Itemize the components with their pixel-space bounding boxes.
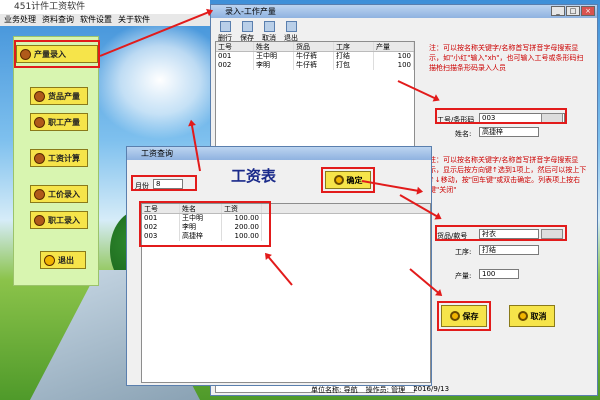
cancel-button[interactable]: 取消 xyxy=(509,305,555,327)
table-cell: 001 xyxy=(216,52,254,61)
sidebar-item-worker-output[interactable]: 职工产量 xyxy=(30,113,88,131)
menu-item-settings[interactable]: 软件设置 xyxy=(80,14,112,26)
qty-field[interactable]: 100 xyxy=(479,269,519,279)
cancel-icon xyxy=(263,21,275,32)
save-icon xyxy=(241,21,253,32)
process-select[interactable]: 打结 xyxy=(479,245,539,255)
menu-item-business[interactable]: 业务处理 xyxy=(4,14,36,26)
delete-row-button[interactable]: 删行 xyxy=(215,21,235,43)
sidebar: 产量录入 货品产量 职工产量 工资计算 工价录入 职工录入 退出 xyxy=(13,36,99,286)
product-hint-note: 注：可以按名称关键字/名称首写拼音字母搜索显示，显示后按方向键↑选到1项上，然后… xyxy=(429,156,587,194)
menu-item-query[interactable]: 资料查询 xyxy=(42,14,74,26)
table-row[interactable]: 001 王中明 牛仔裤 打结 100 xyxy=(216,52,414,61)
status-date: 2016/9/13 xyxy=(413,385,450,393)
delete-row-icon xyxy=(219,21,231,32)
cloud-decoration xyxy=(90,20,230,140)
status-operator: 操作员: 管理 xyxy=(365,386,406,394)
table-cell: 002 xyxy=(216,61,254,70)
column-header: 产量 xyxy=(374,42,414,51)
sidebar-item-worker-entry[interactable]: 职工录入 xyxy=(30,211,88,229)
exit-toolbar-button[interactable]: 退出 xyxy=(281,21,301,43)
table-cell: 100 xyxy=(374,61,414,70)
calculator-icon xyxy=(34,152,45,164)
qty-label: 产量: xyxy=(455,272,472,280)
table-cell: 牛仔裤 xyxy=(294,61,334,70)
salary-window-title: 工资查询 xyxy=(141,149,173,158)
app-title: 451计件工资软件 xyxy=(14,2,86,12)
price-icon xyxy=(34,188,45,200)
column-header: 姓名 xyxy=(254,42,294,51)
cancel-dot-icon xyxy=(517,311,528,321)
worker-icon xyxy=(34,116,45,128)
highlight-worker-id xyxy=(435,108,567,124)
highlight-salary-grid xyxy=(139,201,271,247)
highlight-output-entry xyxy=(14,40,100,68)
sidebar-item-label: 工价录入 xyxy=(48,189,80,199)
column-header: 工序 xyxy=(334,42,374,51)
table-row[interactable]: 002 李明 牛仔裤 打包 100 xyxy=(216,61,414,70)
search-hint-note: 注：可以按名称关键字/名称首写拼音字母搜索显示，如"小红"输入"xh"，也可输入… xyxy=(429,44,584,72)
sidebar-item-label: 退出 xyxy=(58,255,74,265)
sidebar-item-label: 职工产量 xyxy=(48,117,80,127)
app-titlebar: 451计件工资软件 xyxy=(0,0,210,14)
highlight-month xyxy=(131,175,197,191)
product-icon xyxy=(34,90,45,102)
sidebar-item-price-entry[interactable]: 工价录入 xyxy=(30,185,88,203)
table-cell: 100 xyxy=(374,52,414,61)
name-field: 高捷梓 xyxy=(479,127,539,137)
column-header: 工号 xyxy=(216,42,254,51)
sidebar-item-exit[interactable]: 退出 xyxy=(40,251,86,269)
exit-door-icon xyxy=(285,21,297,32)
salary-window-titlebar: 工资查询 xyxy=(127,147,431,160)
exit-icon xyxy=(44,254,55,266)
salary-window: 工资查询 工资表 月份 8 确定 工号 姓名 工资 001 王中明 100.00… xyxy=(126,146,432,386)
entry-window-titlebar: 录入-工作产量 _ □ × xyxy=(211,5,597,18)
table-cell: 王中明 xyxy=(254,52,294,61)
status-bar: 单位名称: 导航 操作员: 管理 2016/9/13 xyxy=(311,385,591,395)
highlight-save xyxy=(437,301,491,331)
worker-entry-icon xyxy=(34,214,45,226)
sidebar-item-label: 职工录入 xyxy=(48,215,80,225)
sidebar-item-product-output[interactable]: 货品产量 xyxy=(30,87,88,105)
entry-window-title: 录入-工作产量 xyxy=(225,7,276,16)
menu-item-about[interactable]: 关于软件 xyxy=(118,14,150,26)
sidebar-item-salary-calc[interactable]: 工资计算 xyxy=(30,149,88,167)
process-label: 工序: xyxy=(455,248,472,256)
column-header: 货品 xyxy=(294,42,334,51)
minimize-button[interactable]: _ xyxy=(551,6,565,16)
table-cell: 打结 xyxy=(334,52,374,61)
status-company: 单位名称: 导航 xyxy=(311,386,358,394)
sidebar-item-label: 工资计算 xyxy=(48,153,80,163)
maximize-button[interactable]: □ xyxy=(566,6,580,16)
table-cell: 打包 xyxy=(334,61,374,70)
table-cell: 牛仔裤 xyxy=(294,52,334,61)
cancel-button-label: 取消 xyxy=(530,311,547,321)
name-label: 姓名: xyxy=(455,130,472,138)
highlight-product xyxy=(435,225,567,241)
save-toolbar-button[interactable]: 保存 xyxy=(237,21,257,43)
salary-heading: 工资表 xyxy=(231,167,277,185)
sidebar-item-label: 货品产量 xyxy=(48,91,80,101)
close-button[interactable]: × xyxy=(581,6,595,16)
entry-grid-header: 工号 姓名 货品 工序 产量 xyxy=(216,42,414,52)
cancel-toolbar-button[interactable]: 取消 xyxy=(259,21,279,43)
table-cell: 李明 xyxy=(254,61,294,70)
